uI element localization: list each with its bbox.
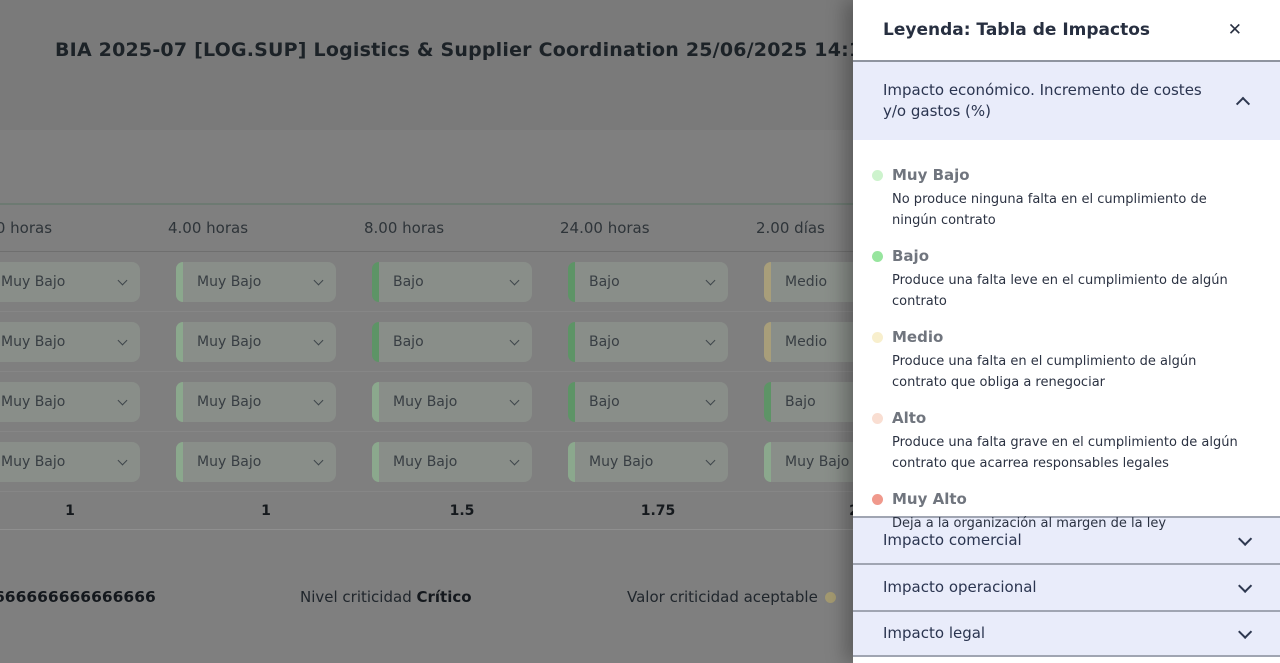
level-color-bar <box>568 322 575 362</box>
dimmed-page-background: BIA 2025-07 [LOG.SUP] Logistics & Suppli… <box>0 0 1280 663</box>
level-color-bar <box>764 322 771 362</box>
table-row: Muy Bajo <box>0 372 158 432</box>
column-header-24h: 24.00 horas <box>550 205 746 252</box>
level-color-bar <box>176 382 183 422</box>
table-row: Muy Bajo <box>354 432 550 492</box>
chevron-down-icon <box>1238 578 1252 592</box>
impact-select[interactable]: Bajo <box>568 262 728 302</box>
impact-select[interactable]: Muy Bajo <box>176 442 336 482</box>
criticality-stats-row: 666666666666666 Nivel criticidad Crítico… <box>0 586 860 612</box>
column-header-4h: 4.00 horas <box>158 205 354 252</box>
impact-select[interactable]: Muy Bajo <box>176 322 336 362</box>
criticality-level: Nivel criticidad Crítico <box>300 588 472 606</box>
level-color-bar <box>568 382 575 422</box>
legend-panel: Leyenda: Tabla de Impactos ✕ Impacto eco… <box>853 0 1280 663</box>
impact-select[interactable]: Muy Bajo <box>176 382 336 422</box>
column-weight: 1 <box>158 492 354 530</box>
table-row: Bajo <box>354 312 550 372</box>
impact-select[interactable]: Muy Bajo <box>176 262 336 302</box>
impact-select[interactable]: Muy Bajo <box>568 442 728 482</box>
column-weight: 1.5 <box>354 492 550 530</box>
impact-select[interactable]: Bajo <box>568 322 728 362</box>
table-row: Bajo <box>550 252 746 312</box>
criticality-level-value: Crítico <box>417 588 472 606</box>
level-color-bar <box>764 382 771 422</box>
muy-alto-dot-icon <box>872 494 883 505</box>
table-row: Bajo <box>550 372 746 432</box>
impact-select[interactable]: Muy Bajo <box>0 442 140 482</box>
table-row: Bajo <box>550 312 746 372</box>
chevron-down-icon <box>1238 624 1252 638</box>
acceptable-criticality: Valor criticidad aceptable <box>627 588 836 606</box>
impact-select[interactable]: Muy Bajo <box>0 382 140 422</box>
level-color-bar <box>372 442 379 482</box>
table-row: Muy Bajo <box>550 432 746 492</box>
legend-item-alto: Alto Produce una falta grave en el cumpl… <box>872 409 1250 474</box>
table-row: Bajo <box>354 252 550 312</box>
table-row: Muy Bajo <box>158 432 354 492</box>
legend-panel-title: Leyenda: Tabla de Impactos <box>883 20 1150 40</box>
table-row: Muy Bajo <box>0 432 158 492</box>
level-color-bar <box>764 262 771 302</box>
level-color-bar <box>568 442 575 482</box>
alto-dot-icon <box>872 413 883 424</box>
column-weight: 1.75 <box>550 492 746 530</box>
table-row: Muy Bajo <box>0 252 158 312</box>
level-color-bar <box>372 322 379 362</box>
table-row: Muy Bajo <box>0 312 158 372</box>
medio-dot-icon <box>872 332 883 343</box>
page-title: BIA 2025-07 [LOG.SUP] Logistics & Suppli… <box>55 39 910 61</box>
level-color-bar <box>176 262 183 302</box>
legend-panel-header: Leyenda: Tabla de Impactos ✕ <box>853 0 1280 62</box>
column-weight: 1 <box>0 492 158 530</box>
level-color-bar <box>372 382 379 422</box>
criticality-value: 666666666666666 <box>0 588 156 606</box>
impact-select[interactable]: Muy Bajo <box>372 382 532 422</box>
accordion-impacto-legal[interactable]: Impacto legal <box>853 610 1280 657</box>
level-color-bar <box>176 442 183 482</box>
accordion-impacto-economico[interactable]: Impacto económico. Incremento de costes … <box>853 62 1280 140</box>
table-row: Muy Bajo <box>158 372 354 432</box>
column-header-8h: 8.00 horas <box>354 205 550 252</box>
impact-select[interactable]: Muy Bajo <box>372 442 532 482</box>
table-row: Muy Bajo <box>158 312 354 372</box>
chevron-down-icon <box>1238 531 1252 545</box>
table-row: Muy Bajo <box>354 372 550 432</box>
chevron-up-icon <box>1236 97 1250 111</box>
legend-item-bajo: Bajo Produce una falta leve en el cumpli… <box>872 247 1250 312</box>
impact-select[interactable]: Muy Bajo <box>0 322 140 362</box>
level-color-bar <box>372 262 379 302</box>
legend-item-muy-bajo: Muy Bajo No produce ninguna falta en el … <box>872 166 1250 231</box>
impact-select[interactable]: Bajo <box>568 382 728 422</box>
impact-select[interactable]: Bajo <box>372 262 532 302</box>
legend-item-medio: Medio Produce una falta en el cumplimien… <box>872 328 1250 393</box>
level-color-bar <box>764 442 771 482</box>
muy-bajo-dot-icon <box>872 170 883 181</box>
close-icon[interactable]: ✕ <box>1228 22 1242 39</box>
level-color-bar <box>176 322 183 362</box>
acceptable-level-dot <box>825 592 836 603</box>
legend-items-list: Muy Bajo No produce ninguna falta en el … <box>853 140 1280 516</box>
table-row: Muy Bajo <box>158 252 354 312</box>
column-header-2h: 2.00 horas <box>0 205 158 252</box>
accordion-impacto-operacional[interactable]: Impacto operacional <box>853 563 1280 610</box>
impact-select[interactable]: Muy Bajo <box>0 262 140 302</box>
impact-table: 2.00 horas 4.00 horas 8.00 horas 24.00 h… <box>0 203 942 530</box>
bajo-dot-icon <box>872 251 883 262</box>
impact-select[interactable]: Bajo <box>372 322 532 362</box>
level-color-bar <box>568 262 575 302</box>
